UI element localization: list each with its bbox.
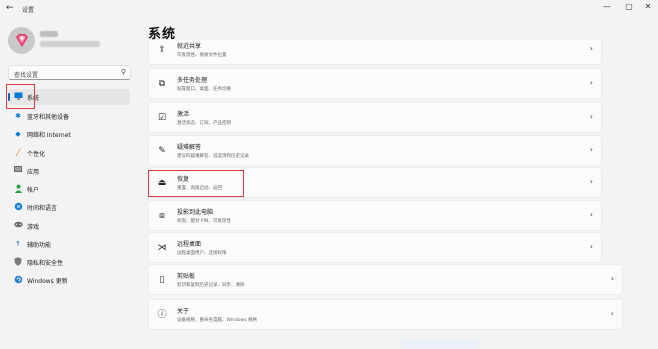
card-about[interactable]: ⓘ 关于 设备规格、重命名电脑、Windows 规格 › xyxy=(148,299,623,330)
avatar-logo-icon xyxy=(16,34,28,47)
apps-icon xyxy=(13,166,23,176)
card-desc: 剪切和复制历史记录、同步、清除 xyxy=(177,283,245,288)
info-icon: ⓘ xyxy=(157,310,167,320)
brush-icon: ╱ xyxy=(15,149,21,157)
card-title: 疑难解答 xyxy=(177,144,202,151)
highlight-box-system xyxy=(6,84,35,109)
window-title: 设置 xyxy=(22,7,35,14)
sidebar-item-time-language[interactable]: 时间和语言 xyxy=(8,199,130,215)
clipboard-icon: ▯ xyxy=(159,275,165,285)
card-title: 剪贴板 xyxy=(177,273,196,280)
search-icon: ⚲ xyxy=(120,68,126,76)
project-icon: ⧈ xyxy=(159,211,165,221)
person-icon xyxy=(13,184,23,194)
chevron-right-icon: › xyxy=(589,242,593,251)
globe-clock-icon xyxy=(13,202,23,212)
card-troubleshoot[interactable]: ✎ 疑难解答 建议的疑难解答、首选项和历史记录 › xyxy=(148,135,602,166)
sidebar-item-label: 帐户 xyxy=(27,187,40,194)
card-title: 关于 xyxy=(177,308,190,315)
chevron-right-icon: › xyxy=(589,44,593,53)
card-desc: 建议的疑难解答、首选项和历史记录 xyxy=(177,154,249,159)
search-placeholder: 查找设置 xyxy=(14,72,39,79)
check-circle-icon: ☑ xyxy=(157,113,167,123)
card-clipboard[interactable]: ▯ 剪贴板 剪切和复制历史记录、同步、清除 › xyxy=(148,264,623,295)
avatar[interactable] xyxy=(8,27,35,54)
card-title: 就近共享 xyxy=(177,43,202,50)
back-arrow-icon[interactable]: ← xyxy=(6,3,14,13)
sidebar-item-accessibility[interactable]: ☨ 辅助功能 xyxy=(8,236,130,252)
wifi-icon: ◆ xyxy=(15,130,21,138)
card-title: 多任务处理 xyxy=(177,77,208,84)
card-desc: 远程桌面用户、连接权限 xyxy=(177,251,227,256)
sidebar-item-label: 游戏 xyxy=(27,224,40,231)
title-bar: ← 设置 — ▢ ✕ xyxy=(0,0,658,18)
card-desc: 贴靠窗口、桌面、任务切换 xyxy=(177,87,231,92)
card-project-to-pc[interactable]: ⧈ 投影到此电脑 权限、配对 PIN、可发现性 › xyxy=(148,200,602,231)
card-remote-desktop[interactable]: ⋊ 远程桌面 远程桌面用户、连接权限 › xyxy=(148,232,602,263)
card-activation[interactable]: ☑ 激活 激活状态、订阅、产品密钥 › xyxy=(148,102,602,133)
chevron-right-icon: › xyxy=(589,78,593,87)
user-email-blurred xyxy=(40,41,100,47)
card-title: 激活 xyxy=(177,111,190,118)
chevron-right-icon: › xyxy=(610,274,614,283)
wrench-icon: ✎ xyxy=(158,146,166,156)
sidebar-item-label: 个性化 xyxy=(27,151,46,158)
card-desc: 权限、配对 PIN、可发现性 xyxy=(177,219,231,224)
close-button[interactable]: ✕ xyxy=(641,2,655,11)
maximize-button[interactable]: ▢ xyxy=(622,2,636,11)
sidebar-item-personalization[interactable]: ╱ 个性化 xyxy=(8,145,130,161)
card-nearby-sharing[interactable]: ⇪ 就近共享 可发现性、接收文件位置 › xyxy=(148,40,602,65)
sidebar-item-label: 隐私和安全性 xyxy=(27,260,64,267)
accessibility-icon: ☨ xyxy=(16,240,20,248)
chevron-right-icon: › xyxy=(589,145,593,154)
share-icon: ⇪ xyxy=(158,45,166,55)
bluetooth-icon: ✱ xyxy=(15,112,21,120)
sidebar-item-gaming[interactable]: 游戏 xyxy=(8,218,130,234)
chevron-right-icon: › xyxy=(610,309,614,318)
card-title: 投影到此电脑 xyxy=(177,209,214,216)
settings-list-lower[interactable]: ▯ 剪贴板 剪切和复制历史记录、同步、清除 › ⓘ 关于 设备规格、重命名电脑、… xyxy=(148,264,623,349)
watermark-blur xyxy=(400,339,480,349)
search-input[interactable]: 查找设置 ⚲ xyxy=(8,65,131,80)
chevron-right-icon: › xyxy=(589,210,593,219)
card-desc: 设备规格、重命名电脑、Windows 规格 xyxy=(177,318,258,323)
sidebar-item-label: 应用 xyxy=(27,169,40,176)
sidebar-item-network[interactable]: ◆ 网络和 Internet xyxy=(8,126,130,142)
chevron-right-icon: › xyxy=(589,112,593,121)
shield-icon xyxy=(13,257,23,267)
card-title: 远程桌面 xyxy=(177,241,202,248)
sidebar-item-label: 辅助功能 xyxy=(27,242,52,249)
update-icon xyxy=(13,275,23,285)
card-desc: 激活状态、订阅、产品密钥 xyxy=(177,121,231,126)
sidebar-item-label: 时间和语言 xyxy=(27,205,58,212)
remote-icon: ⋊ xyxy=(157,243,167,253)
sidebar-item-label: 网络和 Internet xyxy=(27,132,71,139)
sidebar-item-accounts[interactable]: 帐户 xyxy=(8,181,130,197)
sidebar-item-bluetooth[interactable]: ✱ 蓝牙和其他设备 xyxy=(8,108,130,124)
highlight-box-recovery xyxy=(148,170,244,197)
minimize-button[interactable]: — xyxy=(600,2,614,11)
sidebar-item-label: Windows 更新 xyxy=(27,278,68,285)
card-multitasking[interactable]: ⧉ 多任务处理 贴靠窗口、桌面、任务切换 › xyxy=(148,68,602,99)
sidebar-item-privacy[interactable]: 隐私和安全性 xyxy=(8,254,130,270)
gamepad-icon xyxy=(13,221,23,231)
chevron-right-icon: › xyxy=(589,177,593,186)
user-name-blurred xyxy=(40,31,58,37)
sidebar-item-apps[interactable]: 应用 xyxy=(8,163,130,179)
multitask-icon: ⧉ xyxy=(158,79,166,89)
sidebar-item-label: 蓝牙和其他设备 xyxy=(27,114,70,121)
card-desc: 可发现性、接收文件位置 xyxy=(177,53,227,58)
sidebar-item-windows-update[interactable]: Windows 更新 xyxy=(8,272,130,288)
